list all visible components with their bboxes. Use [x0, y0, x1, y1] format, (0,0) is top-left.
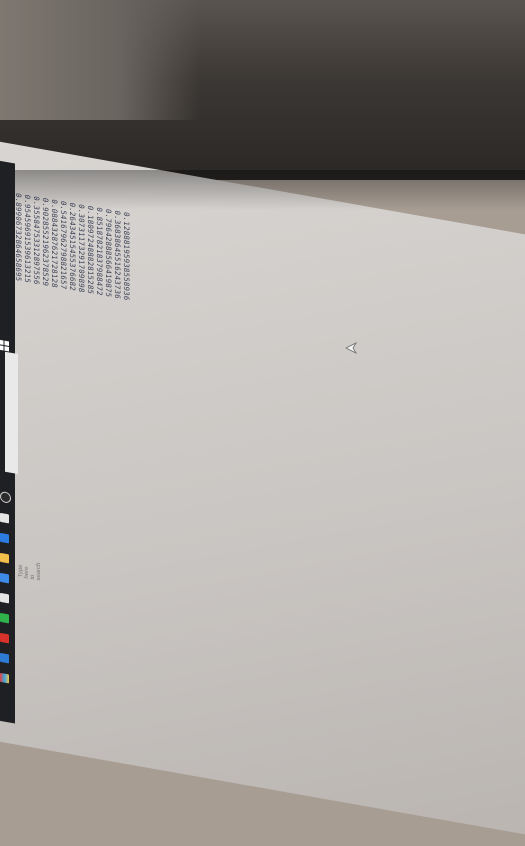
console-line: 0.79642888566419875: [104, 208, 113, 299]
room-background: [0, 0, 525, 180]
windows-start-icon[interactable]: [0, 339, 10, 353]
console-output: 0.12888195938558936 0.36838645516243736 0.…: [0, 142, 135, 845]
taskbar: Type here to search: [0, 160, 42, 724]
store-icon[interactable]: [0, 572, 9, 584]
console-line: 0.95459691539613215: [23, 193, 32, 284]
console-line: 0.08843287621728128: [50, 198, 59, 289]
taskbar-search-box[interactable]: Type here to search: [5, 351, 42, 581]
app-icon-blue[interactable]: [0, 652, 9, 664]
console-line: 0.12888195938558936: [122, 211, 131, 302]
console-line: 0.90285521962378529: [41, 196, 50, 287]
console-line: 0.85187821837988472: [95, 206, 104, 297]
console-line: 0.54167962798821657: [59, 200, 68, 291]
console-line: 0.30731173291709898: [77, 203, 86, 294]
console-line: 0.18097248882815285: [86, 204, 95, 295]
app-icon-red[interactable]: [0, 632, 9, 644]
cortana-icon[interactable]: [0, 490, 11, 504]
console-line: 0.26434515455376682: [68, 201, 77, 292]
task-view-icon[interactable]: [0, 512, 9, 524]
app-icon-multicolor[interactable]: [0, 672, 9, 684]
monitor-screen: 0.12888195938558936 0.36838645516243736 0.…: [0, 140, 525, 846]
file-explorer-icon[interactable]: [0, 552, 9, 564]
edge-icon[interactable]: [0, 532, 9, 544]
mouse-pointer-icon: [345, 342, 357, 354]
mail-icon[interactable]: [0, 592, 9, 604]
console-line: 0.35584753312897556: [32, 195, 41, 286]
console-line: 0.89906732864658695: [14, 192, 23, 283]
console-line: 0.36838645516243736: [113, 209, 122, 300]
app-icon-green[interactable]: [0, 612, 9, 624]
wall: [0, 0, 200, 120]
